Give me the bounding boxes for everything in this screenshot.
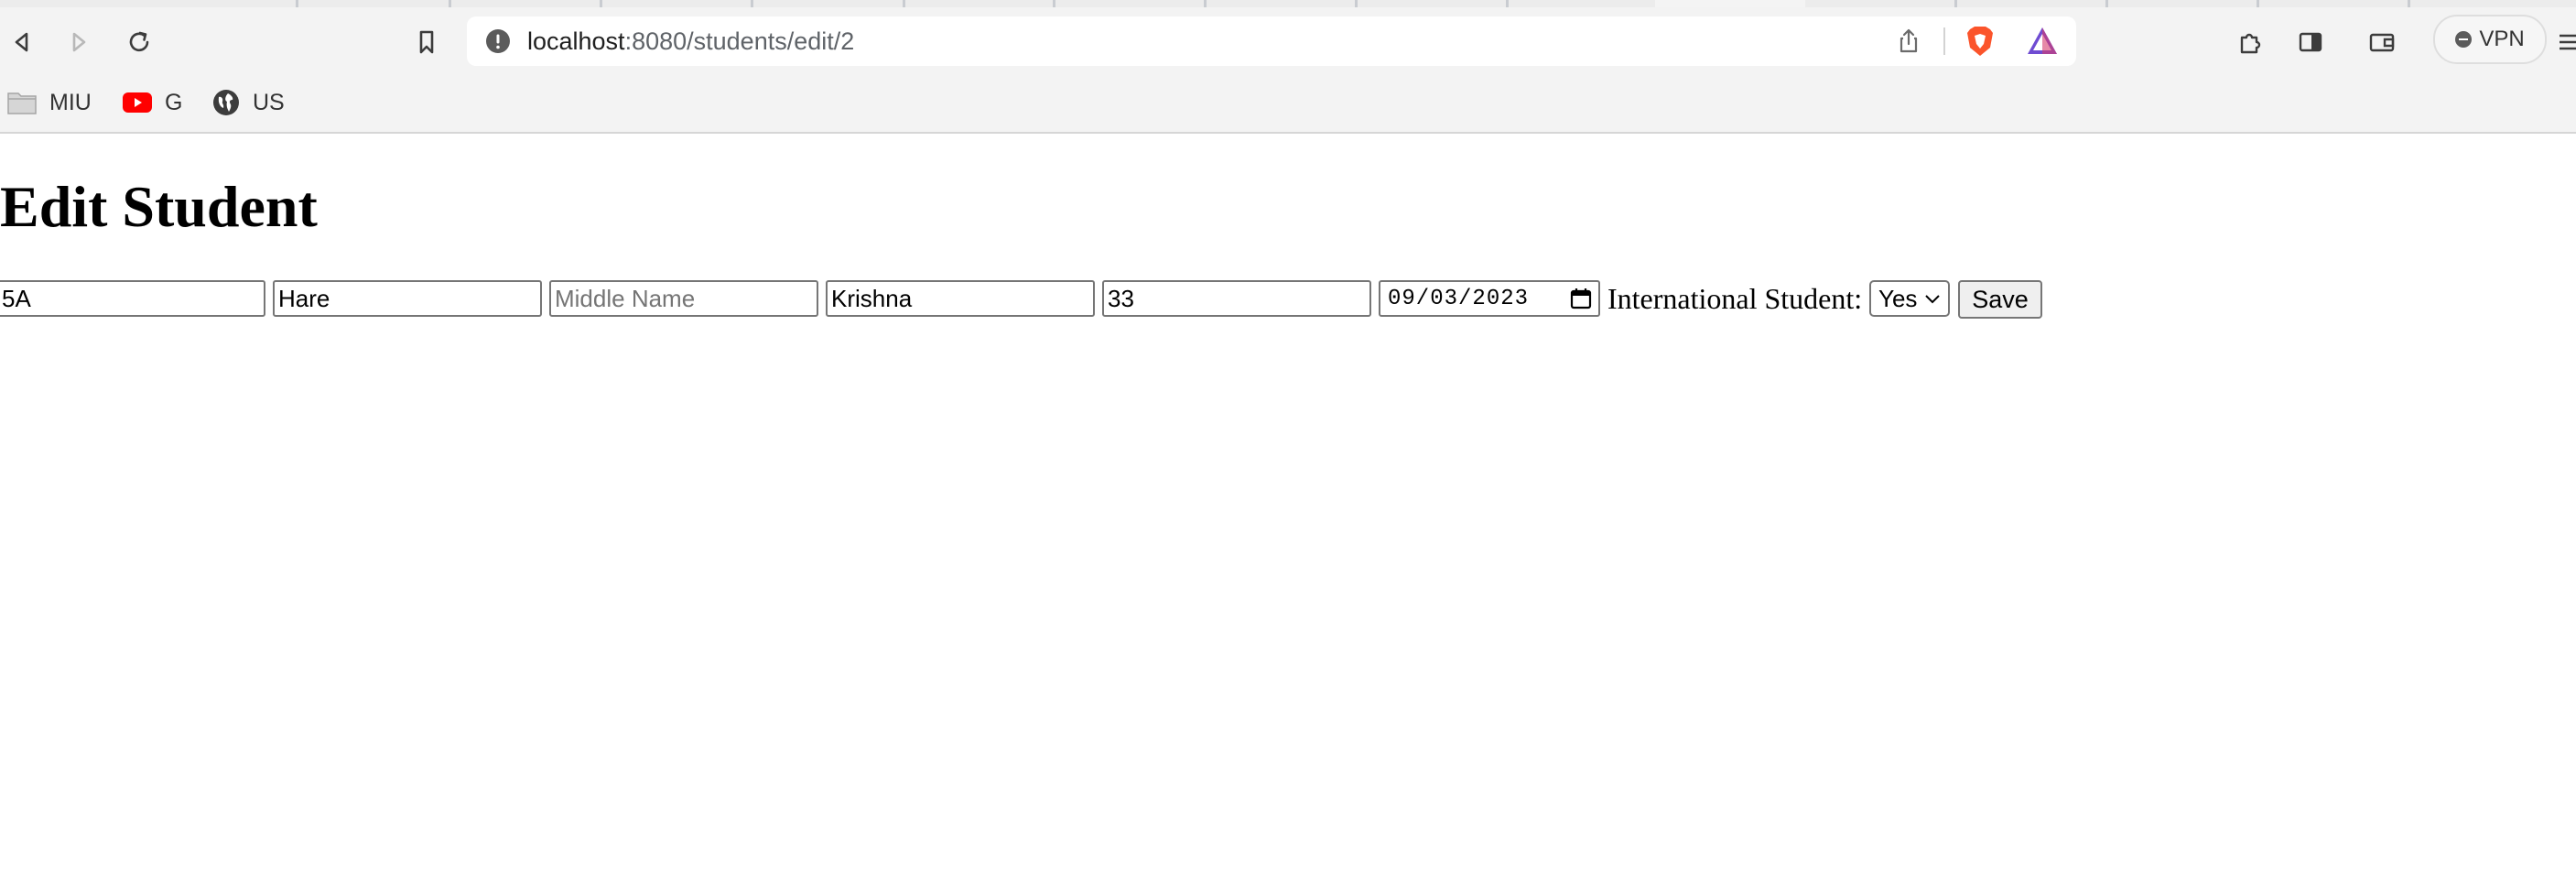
wallet-button[interactable] [2364,24,2400,60]
tab-separator [600,0,602,7]
youtube-icon [123,92,152,113]
tab-separator [296,0,298,7]
tab-separator [1355,0,1358,7]
bookmark-label: G [165,89,183,115]
bookmark-label: MIU [49,89,92,115]
active-tab[interactable] [1655,0,1805,7]
site-info-icon[interactable] [485,28,511,54]
student-id-input[interactable] [0,280,265,317]
vpn-label: VPN [2479,27,2525,51]
tab-strip[interactable] [0,0,2576,7]
reload-icon [129,31,149,52]
middle-name-input[interactable] [549,280,818,317]
bookmarks-bar: MIU G US [0,75,2576,134]
calendar-icon[interactable] [1569,287,1593,310]
browser-toolbar: localhost:8080/students/edit/2 VPN [0,7,2576,75]
globe-icon [213,90,239,115]
tab-separator [751,0,753,7]
back-button[interactable] [4,24,40,60]
save-button[interactable]: Save [1958,280,2042,319]
international-student-label: International Student: [1607,282,1863,315]
bookmark-g[interactable]: G [123,86,182,119]
tab-separator [2105,0,2108,7]
vpn-status-icon [2455,31,2473,48]
sidebar-icon [2299,32,2322,52]
wallet-icon [2369,33,2395,52]
brave-shields-icon[interactable] [1963,24,1997,59]
url-host: localhost [527,27,625,55]
age-input[interactable] [1102,280,1371,317]
tab-separator [2257,0,2259,7]
share-icon[interactable] [1895,27,1922,55]
bookmark-label: US [253,89,285,115]
sidebar-button[interactable] [2292,24,2329,60]
url-text[interactable]: localhost:8080/students/edit/2 [527,27,854,56]
reload-button[interactable] [121,24,157,60]
bookmark-button[interactable] [408,24,445,60]
tab-separator [1954,0,1957,7]
menu-icon [2560,34,2576,50]
bookmark-folder-miu[interactable]: MIU [7,86,92,119]
address-bar-divider [1943,27,1945,55]
last-name-input[interactable] [826,280,1095,317]
tab-separator [903,0,905,7]
date-value: 09/03/2023 [1388,286,1530,311]
url-path: :8080/students/edit/2 [624,27,855,55]
tab-separator [1506,0,1509,7]
page-title: Edit Student [0,174,318,239]
international-student-select[interactable]: Yes [1869,280,1950,317]
chevron-down-icon [1925,295,1941,304]
tab-separator [2408,0,2410,7]
vpn-button[interactable]: VPN [2433,15,2547,64]
tab-separator [1204,0,1207,7]
tab-separator [1053,0,1055,7]
forward-button[interactable] [60,24,97,60]
bookmark-us[interactable]: US [212,86,285,119]
bookmark-icon [419,30,434,54]
select-value: Yes [1878,284,1918,312]
tab-separator [449,0,451,7]
menu-button[interactable] [2554,24,2576,60]
date-input[interactable]: 09/03/2023 [1379,280,1600,317]
address-bar[interactable]: localhost:8080/students/edit/2 [467,16,2076,66]
brave-rewards-icon[interactable] [2025,25,2060,58]
first-name-input[interactable] [273,280,542,317]
forward-icon [72,32,86,52]
back-icon [15,32,28,52]
folder-icon [7,92,37,114]
extensions-button[interactable] [2232,24,2268,60]
puzzle-icon [2240,33,2261,54]
